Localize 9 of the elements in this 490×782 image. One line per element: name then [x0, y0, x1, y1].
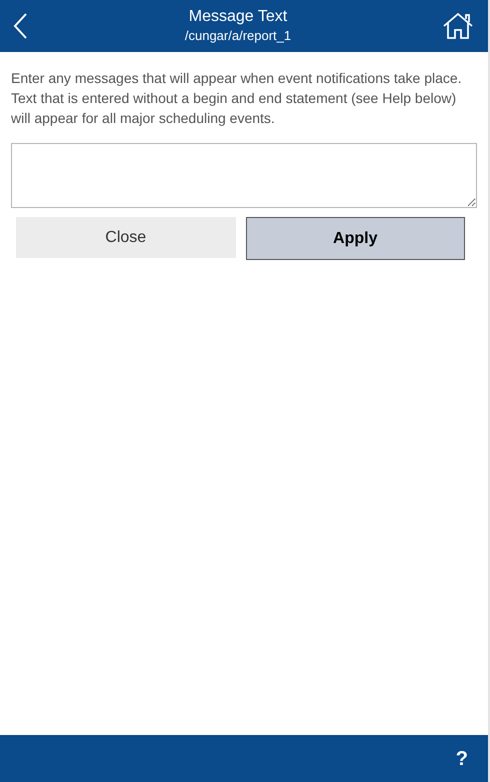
page-path: /cungar/a/report_1 [184, 27, 292, 45]
home-icon [442, 12, 474, 40]
message-input-field[interactable] [11, 143, 477, 208]
help-button[interactable]: ? [456, 744, 468, 774]
page-title: Message Text [188, 7, 288, 27]
apply-button[interactable]: Apply [246, 217, 465, 260]
back-icon [12, 12, 28, 40]
close-button[interactable]: Close [16, 217, 236, 258]
instructions-text: Enter any messages that will appear when event notifications take place. Text that is entered without a begin and end statement (see Help below) will appear for all major scheduling events. [10, 69, 463, 128]
